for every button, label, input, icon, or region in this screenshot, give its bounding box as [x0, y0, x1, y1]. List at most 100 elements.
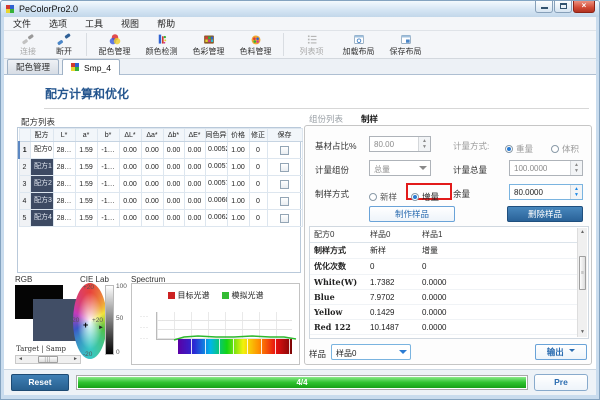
toolbar-load-layout[interactable]: 加载布局	[335, 31, 382, 58]
lightness-marker-icon: ►	[98, 325, 104, 331]
spinner-arrows-icon[interactable]: ▲▼	[418, 137, 430, 151]
remain-spinner[interactable]: 80.0000 ▲▼	[509, 184, 583, 200]
result-row[interactable]: Blue 7.9702 0.0000	[310, 290, 578, 305]
scroll-left-icon[interactable]: ◄	[16, 356, 25, 363]
radio-increment[interactable]: 增量	[411, 187, 439, 205]
maximize-button[interactable]	[554, 1, 572, 13]
toolbar-list-items[interactable]: 列表项	[288, 31, 335, 58]
formula-row[interactable]: 4 配方3 28… 1.59 -1… 0.00 0.00 0.00 0.00 0…	[19, 193, 302, 210]
scroll-up-icon[interactable]: ▲	[578, 228, 587, 237]
formula-row[interactable]: 3 配方2 28… 1.59 -1… 0.00 0.00 0.00 0.00 0…	[19, 176, 302, 193]
save-checkbox[interactable]	[280, 197, 289, 206]
spinner-arrows-icon[interactable]: ▲▼	[570, 161, 582, 175]
pre-button[interactable]: Pre	[534, 374, 588, 391]
sample-mode-label: 制样方式	[315, 188, 349, 200]
close-button[interactable]: ×	[573, 1, 595, 13]
base-ratio-label: 基材占比%	[315, 140, 357, 152]
scroll-right-icon[interactable]: ►	[71, 356, 80, 363]
target-spectrum-label: 目标光谱	[178, 290, 210, 301]
close-icon: ×	[582, 1, 587, 10]
toolbar-separator	[283, 33, 284, 56]
result-row[interactable]: 优化次数 0 0	[310, 259, 578, 275]
cielab-axis-top: +20	[83, 284, 94, 291]
progress-bar: 4/4	[76, 375, 528, 390]
radio-icon	[411, 193, 419, 201]
result-row[interactable]: Yellow 0.1429 0.0000	[310, 305, 578, 320]
base-ratio-spinner[interactable]: 80.00 ▲▼	[369, 136, 431, 152]
delete-sample-button[interactable]: 删除样品	[507, 206, 583, 222]
lscale-100: 100	[116, 283, 127, 290]
tab-color-matching[interactable]: 配色管理	[7, 59, 59, 74]
spectrum-chart: 目标光谱 模拟光谱 ··· ··· ···	[131, 283, 300, 365]
menu-file[interactable]: 文件	[4, 16, 40, 31]
result-row[interactable]: White(W) 1.7382 0.0000	[310, 275, 578, 290]
result-row[interactable]: Red 122 10.1487 0.0000	[310, 320, 578, 335]
colorant-manage-icon	[249, 33, 263, 46]
toolbar-colorant-manage[interactable]: 色料管理	[232, 31, 279, 58]
sample-select-dropdown[interactable]: 样品0	[331, 344, 411, 360]
save-checkbox[interactable]	[280, 163, 289, 172]
rgb-horizontal-scrollbar[interactable]: ◄ ||| ►	[15, 355, 81, 364]
menu-help[interactable]: 帮助	[148, 16, 184, 31]
menu-options[interactable]: 选项	[40, 16, 76, 31]
save-checkbox[interactable]	[280, 180, 289, 189]
menu-view[interactable]: 视图	[112, 16, 148, 31]
sample-select-label: 样品	[309, 348, 326, 360]
minimize-icon	[541, 7, 548, 9]
load-layout-icon	[352, 33, 366, 46]
toolbar: 连接 断开 配色管理 颜色检测 色彩管理 色料管理 列表项	[4, 31, 596, 59]
page-title: 配方计算和优化	[45, 85, 129, 102]
toolbar-color-detect[interactable]: 颜色检测	[138, 31, 185, 58]
menu-tools[interactable]: 工具	[76, 16, 112, 31]
output-button[interactable]: 输出	[535, 344, 587, 360]
toolbar-disconnect[interactable]: 断开	[46, 31, 82, 58]
formula-row[interactable]: 2 配方1 28… 1.59 -1… 0.00 0.00 0.00 0.00 0…	[19, 159, 302, 176]
scrollbar-thumb[interactable]: |||	[38, 356, 58, 363]
formula-table: 配方 L* a* b* ΔL* Δa* Δb* ΔE* 同色异谱 价格 修正 保…	[17, 127, 301, 273]
target-spectrum-legend-icon	[168, 292, 175, 299]
radio-icon	[505, 145, 513, 153]
scroll-down-icon[interactable]: ▼	[578, 328, 587, 337]
simulated-spectrum-label: 模拟光谱	[232, 290, 264, 301]
make-sample-button[interactable]: 制作样品	[369, 206, 455, 222]
save-checkbox[interactable]	[280, 146, 289, 155]
formula-table-header: 配方 L* a* b* ΔL* Δa* Δb* ΔE* 同色异谱 价格 修正 保…	[19, 129, 302, 142]
radio-volume[interactable]: 体积	[551, 139, 579, 157]
tab-component-list[interactable]: 组份列表	[309, 113, 343, 125]
measure-comp-dropdown[interactable]: 总量	[369, 160, 431, 176]
formula-row[interactable]: 1 配方0 28… 1.59 -1… 0.00 0.00 0.00 0.00 0…	[19, 142, 302, 159]
color-position-marker: +	[83, 320, 88, 330]
y-tick: ···	[140, 336, 149, 342]
list-items-icon	[305, 33, 319, 46]
maximize-icon	[560, 3, 567, 9]
save-checkbox[interactable]	[280, 214, 289, 223]
formula-row[interactable]: 5 配方4 28… 1.59 -1… 0.00 0.00 0.00 0.00 0…	[19, 210, 302, 227]
result-row[interactable]: 制样方式 新样 增量	[310, 243, 578, 259]
sample-result-table: 配方0 样品0 样品1 制样方式 新样 增量 优化次数 0 0	[309, 226, 589, 339]
toolbar-connect[interactable]: 连接	[10, 31, 46, 58]
toolbar-color-manage[interactable]: 色彩管理	[185, 31, 232, 58]
lightness-bar	[105, 285, 114, 355]
toolbar-color-matching[interactable]: 配色管理	[91, 31, 138, 58]
plug-disconnect-icon	[57, 33, 71, 46]
cielab-axis-left: -20	[70, 317, 79, 324]
tab-make-sample[interactable]: 制样	[361, 113, 378, 125]
y-tick: ···	[140, 314, 149, 320]
result-table-scrollbar[interactable]: ▲ ≡ ▼	[577, 228, 587, 337]
minimize-button[interactable]	[535, 1, 553, 13]
toolbar-save-layout[interactable]: 保存布局	[382, 31, 429, 58]
title-bar: PeColorPro2.0 ×	[1, 1, 599, 17]
chevron-down-icon	[419, 166, 427, 174]
measure-total-spinner[interactable]: 100.0000 ▲▼	[509, 160, 583, 176]
app-window: PeColorPro2.0 × 文件 选项 工具 视图 帮助 连接 断开 配色管…	[0, 0, 600, 400]
reset-button[interactable]: Reset	[11, 374, 69, 391]
rgb-panel-title: RGB	[15, 275, 32, 284]
spinner-arrows-icon[interactable]: ▲▼	[570, 185, 582, 199]
radio-new-sample[interactable]: 新样	[369, 187, 397, 205]
tab-smp4[interactable]: Smp_4	[62, 59, 120, 75]
color-manage-icon	[202, 33, 216, 46]
remain-label: 余量	[453, 188, 470, 200]
radio-weight[interactable]: 重量	[505, 139, 533, 157]
color-match-icon	[108, 33, 122, 46]
scrollbar-thumb[interactable]: ≡	[579, 256, 586, 290]
